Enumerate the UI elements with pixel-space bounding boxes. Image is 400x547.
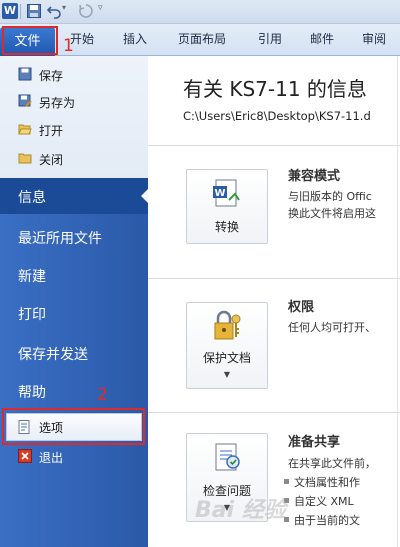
list-item: 自定义 XML <box>284 495 354 508</box>
info-pane: 有关 KS7-11 的信息 C:\Users\Eric8\Desktop\KS7… <box>148 56 400 547</box>
compat-text-1: 与旧版本的 Offic <box>288 190 372 203</box>
tab-references[interactable]: 引用 <box>258 30 282 47</box>
save-icon <box>18 67 32 81</box>
ribbon-tabs: 文件 开始 插入 页面布局 引用 邮件 审阅 <box>0 24 400 56</box>
redo-icon[interactable] <box>78 3 94 19</box>
permissions-heading: 权限 <box>288 300 315 315</box>
nav-help[interactable]: 帮助 <box>18 382 46 402</box>
divider <box>148 412 400 413</box>
lock-key-icon <box>211 309 243 346</box>
protect-document-label: 保护文档 <box>202 351 251 365</box>
nav-save-as-label: 另存为 <box>39 96 76 110</box>
compat-text-2: 换此文件将启用这 <box>288 207 376 220</box>
file-path[interactable]: C:\Users\Eric8\Desktop\KS7-11.d <box>183 109 371 123</box>
permissions-text: 任何人均可打开、 <box>288 321 376 334</box>
nav-recent[interactable]: 最近所用文件 <box>18 228 102 248</box>
nav-new[interactable]: 新建 <box>18 266 46 286</box>
nav-print[interactable]: 打印 <box>18 304 46 324</box>
divider <box>148 278 400 279</box>
divider <box>148 145 400 146</box>
nav-open-label: 打开 <box>39 124 64 138</box>
toolbar-separator <box>20 4 21 19</box>
exit-icon <box>18 449 32 463</box>
list-item: 由于当前的文 <box>284 514 360 527</box>
annotation-box-1 <box>2 26 58 55</box>
list-item: 文档属性和作 <box>284 476 360 489</box>
quick-access-toolbar: W ▾ ▿ <box>0 0 400 24</box>
protect-document-button[interactable]: 保护文档 ▼ <box>186 302 268 389</box>
nav-exit-label: 退出 <box>39 451 64 465</box>
convert-label: 转换 <box>214 220 239 234</box>
dropdown-arrow-icon: ▼ <box>223 370 231 379</box>
nav-close-label: 关闭 <box>39 153 64 167</box>
watermark: Bai 经验 <box>195 498 286 523</box>
prepare-heading: 准备共享 <box>288 435 341 450</box>
tab-insert[interactable]: 插入 <box>123 30 147 47</box>
nav-info[interactable]: 信息 <box>18 187 46 207</box>
convert-icon: W <box>213 178 241 213</box>
inspect-document-icon <box>213 442 243 477</box>
word-logo-icon[interactable]: W <box>2 3 18 19</box>
backstage-nav: 保存 另存为 打开 关闭 信息 最近所用文件 新建 打印 保存并发送 帮助 选项… <box>0 56 149 547</box>
compat-heading: 兼容模式 <box>288 169 341 184</box>
tab-mailings[interactable]: 邮件 <box>310 30 334 47</box>
annotation-number-1: 1 <box>63 36 74 56</box>
nav-commands-area: 保存 另存为 打开 关闭 <box>0 56 148 178</box>
svg-text:W: W <box>214 188 225 199</box>
undo-icon[interactable] <box>46 3 62 19</box>
pane-edge <box>397 56 398 547</box>
save-as-icon <box>18 94 32 108</box>
prepare-text: 在共享此文件前， <box>288 457 376 470</box>
undo-dropdown-icon[interactable]: ▾ <box>62 3 78 19</box>
open-folder-icon <box>18 122 32 136</box>
page-title: 有关 KS7-11 的信息 <box>183 77 367 101</box>
save-icon[interactable] <box>26 3 42 19</box>
nav-save-send[interactable]: 保存并发送 <box>18 344 88 364</box>
annotation-number-2: 2 <box>97 385 108 405</box>
tab-review[interactable]: 审阅 <box>362 30 386 47</box>
convert-button[interactable]: W 转换 <box>186 169 268 244</box>
tab-page-layout[interactable]: 页面布局 <box>178 30 226 47</box>
close-folder-icon <box>18 151 32 165</box>
customize-toolbar-icon[interactable]: ▿ <box>98 3 114 19</box>
annotation-box-2 <box>2 408 145 445</box>
nav-save-label: 保存 <box>39 69 64 83</box>
